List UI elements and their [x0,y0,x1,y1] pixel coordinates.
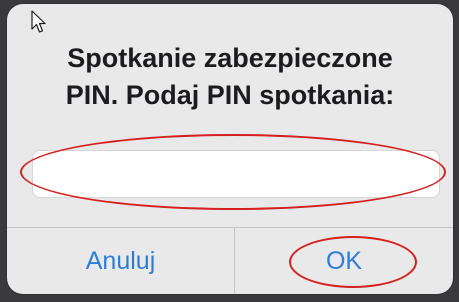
dialog-message-line-2: PIN. Podaj PIN spotkania: [65,80,395,110]
pin-input[interactable] [32,150,440,198]
pin-dialog: Spotkanie zabezpieczone PIN. Podaj PIN s… [7,4,453,294]
ok-button[interactable]: OK [235,228,453,294]
dialog-message: Spotkanie zabezpieczone PIN. Podaj PIN s… [7,40,453,114]
dialog-message-line-1: Spotkanie zabezpieczone [67,43,393,73]
cancel-button[interactable]: Anuluj [7,228,234,294]
